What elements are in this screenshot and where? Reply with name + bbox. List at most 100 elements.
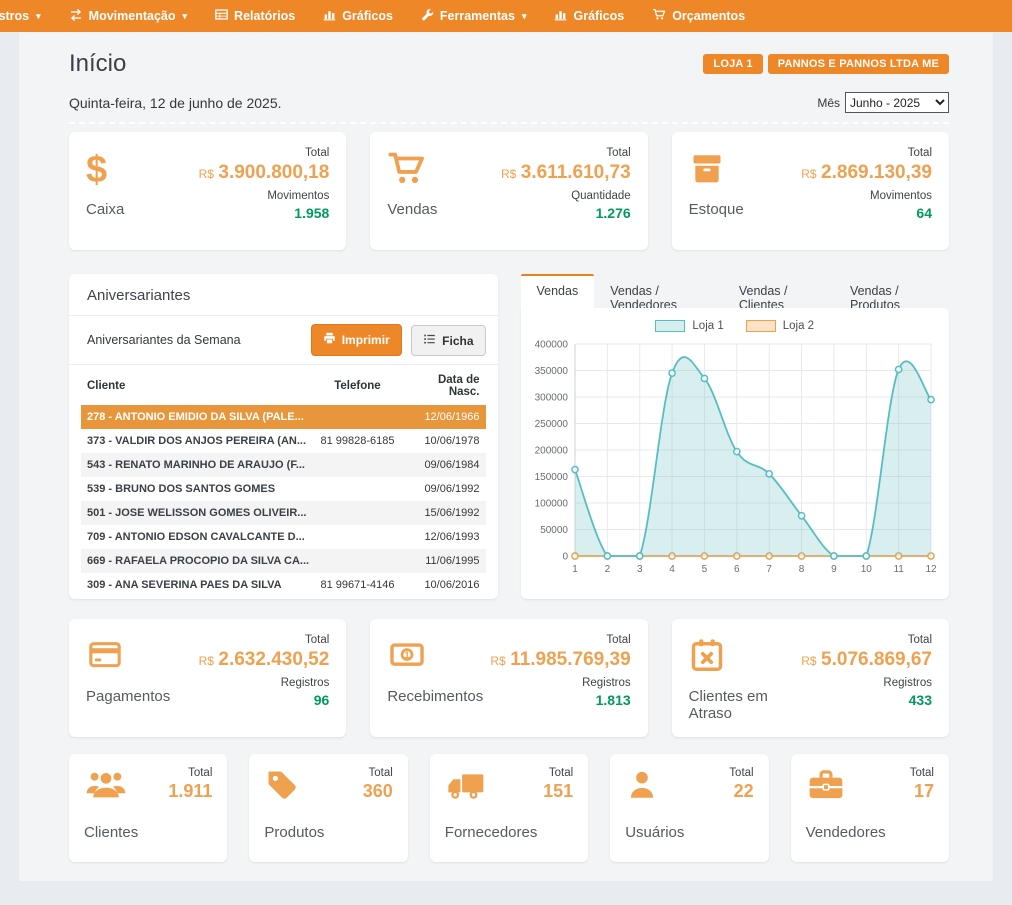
- card-title: Fornecedores: [445, 824, 573, 849]
- store-badge: LOJA 1: [703, 54, 762, 74]
- table-row[interactable]: 373 - VALDIR DOS ANJOS PEREIRA (AN...81 …: [81, 429, 486, 453]
- estoque-card: Estoque Total R$ 2.869.130,39 Movimentos…: [672, 132, 949, 250]
- company-badge: PANNOS E PANNOS LTDA ME: [768, 54, 949, 74]
- legend-label: Loja 1: [692, 320, 723, 332]
- archive-box-icon: [689, 150, 725, 191]
- card-title: Estoque: [689, 201, 744, 218]
- nav-item-cadastros[interactable]: Cadastros ▾: [0, 0, 55, 32]
- usuarios-card: Total 22 Usuários: [610, 754, 768, 862]
- sales-chart-panel: Vendas Vendas / Vendedores Vendas / Clie…: [521, 274, 950, 599]
- sub-value: 1.813: [490, 692, 630, 708]
- tab-vendas[interactable]: Vendas: [521, 274, 595, 308]
- print-button-label: Imprimir: [342, 333, 390, 347]
- nav-item-graficos-1[interactable]: Gráficos: [309, 0, 407, 32]
- legend-label: Loja 2: [783, 320, 814, 332]
- table-row[interactable]: 278 - ANTONIO EMIDIO DA SILVA (PALE...12…: [81, 405, 486, 429]
- credit-card-icon: [86, 638, 124, 677]
- nav-item-movimentacao[interactable]: Movimentação ▾: [55, 0, 201, 32]
- top-navigation: Cadastros ▾ Movimentação ▾ Relatórios Gr…: [0, 0, 1012, 32]
- total-label: Total: [363, 767, 393, 779]
- month-label: Mês: [817, 96, 840, 110]
- sales-area-chart: 0500001000001500002000002500003000003500…: [531, 336, 939, 582]
- svg-text:250000: 250000: [534, 419, 568, 430]
- currency-prefix: R$: [199, 654, 214, 668]
- total-label: Total: [168, 767, 212, 779]
- svg-text:4: 4: [669, 564, 675, 575]
- fornecedores-card: Total 151 Fornecedores: [430, 754, 588, 862]
- nav-item-orcamentos[interactable]: Orçamentos: [638, 0, 759, 32]
- panel-subtitle: Aniversariantes da Semana: [87, 333, 241, 347]
- svg-text:12: 12: [925, 564, 937, 575]
- print-button[interactable]: Imprimir: [311, 324, 402, 356]
- card-title: Caixa: [86, 201, 124, 218]
- pagamentos-card: Pagamentos Total R$ 2.632.430,52 Registr…: [69, 619, 346, 737]
- tab-vendas-clientes[interactable]: Vendas / Clientes: [723, 274, 834, 308]
- card-title: Usuários: [625, 824, 753, 849]
- sub-label: Registros: [199, 677, 330, 689]
- total-value: 2.632.430,52: [218, 649, 329, 670]
- svg-text:2: 2: [604, 564, 610, 575]
- sub-label: Movimentos: [199, 190, 330, 202]
- shopping-cart-icon: [387, 149, 427, 192]
- page-title: Início: [69, 50, 126, 78]
- chevron-down-icon: ▾: [522, 11, 527, 22]
- sub-value: 1.276: [501, 205, 631, 221]
- nav-item-relatorios[interactable]: Relatórios: [201, 0, 309, 32]
- nav-item-label: Gráficos: [342, 9, 393, 23]
- currency-prefix: R$: [501, 167, 516, 181]
- card-title: Clientes: [84, 824, 212, 849]
- card-title: Recebimentos: [387, 688, 483, 705]
- ficha-button[interactable]: Ficha: [411, 325, 485, 356]
- printer-icon: [323, 332, 336, 348]
- total-value: 5.076.869,67: [821, 649, 932, 670]
- legend-swatch-loja2: [746, 320, 776, 332]
- sub-label: Movimentos: [801, 190, 932, 202]
- total-value: 1.911: [168, 781, 212, 802]
- nav-item-ferramentas[interactable]: Ferramentas ▾: [407, 0, 541, 32]
- table-row[interactable]: 543 - RENATO MARINHO DE ARAUJO (F...09/0…: [81, 453, 486, 477]
- wrench-icon: [421, 8, 434, 24]
- table-row[interactable]: 309 - ANA SEVERINA PAES DA SILVA81 99671…: [81, 573, 486, 597]
- sub-value: 96: [199, 692, 330, 708]
- svg-text:0: 0: [562, 552, 568, 563]
- total-label: Total: [543, 767, 573, 779]
- svg-text:50000: 50000: [540, 525, 568, 536]
- card-title: Vendedores: [806, 824, 934, 849]
- tab-vendas-vendedores[interactable]: Vendas / Vendedores: [594, 274, 723, 308]
- exchange-icon: [69, 8, 83, 25]
- table-row[interactable]: 669 - RAFAELA PROCOPIO DA SILVA CA...11/…: [81, 549, 486, 573]
- month-select[interactable]: Junho - 2025: [845, 92, 949, 113]
- tab-vendas-produtos[interactable]: Vendas / Produtos: [834, 274, 949, 308]
- total-value: 11.985.769,39: [510, 649, 630, 670]
- sub-value: 1.958: [199, 205, 330, 221]
- vendas-card: Vendas Total R$ 3.611.610,73 Quantidade …: [370, 132, 647, 250]
- shopping-cart-icon: [652, 8, 666, 24]
- column-header-cliente: Cliente: [81, 367, 311, 405]
- total-value: 3.900.800,18: [218, 162, 329, 183]
- nav-item-label: Orçamentos: [672, 9, 745, 23]
- sub-value: 64: [801, 205, 932, 221]
- table-row[interactable]: 501 - JOSE WELISSON GOMES OLIVEIR...15/0…: [81, 501, 486, 525]
- sub-label: Quantidade: [501, 190, 631, 202]
- clientes-atraso-card: Clientes em Atraso Total R$ 5.076.869,67…: [672, 619, 949, 737]
- total-label: Total: [801, 147, 932, 159]
- currency-prefix: R$: [801, 654, 816, 668]
- table-row[interactable]: 709 - ANTONIO EDSON CAVALCANTE D...12/06…: [81, 525, 486, 549]
- total-value: 360: [363, 781, 393, 802]
- currency-prefix: R$: [490, 654, 505, 668]
- truck-icon: [445, 767, 487, 808]
- nav-item-graficos-2[interactable]: Gráficos: [540, 0, 638, 32]
- nav-item-label: Cadastros: [0, 9, 29, 23]
- recebimentos-card: 1 Recebimentos Total R$ 11.985.769,39 Re…: [370, 619, 647, 737]
- calendar-x-icon: [689, 636, 725, 679]
- svg-text:9: 9: [831, 564, 837, 575]
- svg-text:100000: 100000: [534, 499, 568, 510]
- bar-chart-icon: [323, 8, 336, 24]
- svg-text:350000: 350000: [534, 366, 568, 377]
- table-row[interactable]: 539 - BRUNO DOS SANTOS GOMES09/06/1992: [81, 477, 486, 501]
- total-value: 2.869.130,39: [821, 162, 932, 183]
- user-icon: [625, 767, 659, 808]
- total-label: Total: [199, 147, 330, 159]
- vendedores-card: Total 17 Vendedores: [791, 754, 949, 862]
- briefcase-icon: [806, 767, 846, 808]
